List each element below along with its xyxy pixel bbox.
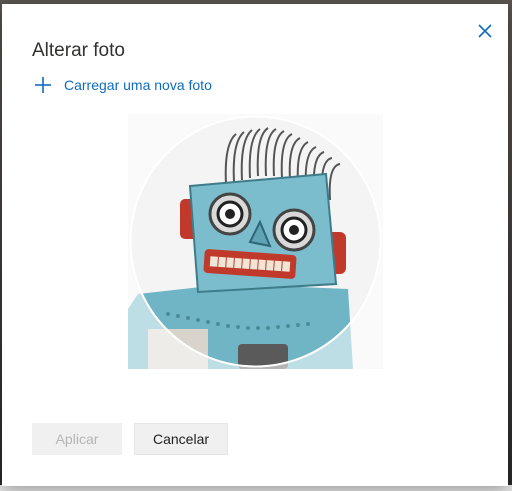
apply-button[interactable]: Aplicar xyxy=(32,423,122,455)
plus-icon xyxy=(34,76,52,94)
upload-new-photo-link[interactable]: Carregar uma nova foto xyxy=(34,76,212,94)
close-icon[interactable] xyxy=(476,22,494,40)
dialog-title: Alterar foto xyxy=(32,40,125,61)
upload-link-label: Carregar uma nova foto xyxy=(64,77,212,93)
change-photo-dialog: Alterar foto Carregar uma nova foto Apli… xyxy=(2,4,508,486)
robot-image xyxy=(128,114,383,369)
cancel-button[interactable]: Cancelar xyxy=(134,423,228,455)
photo-crop-area[interactable] xyxy=(128,114,383,369)
